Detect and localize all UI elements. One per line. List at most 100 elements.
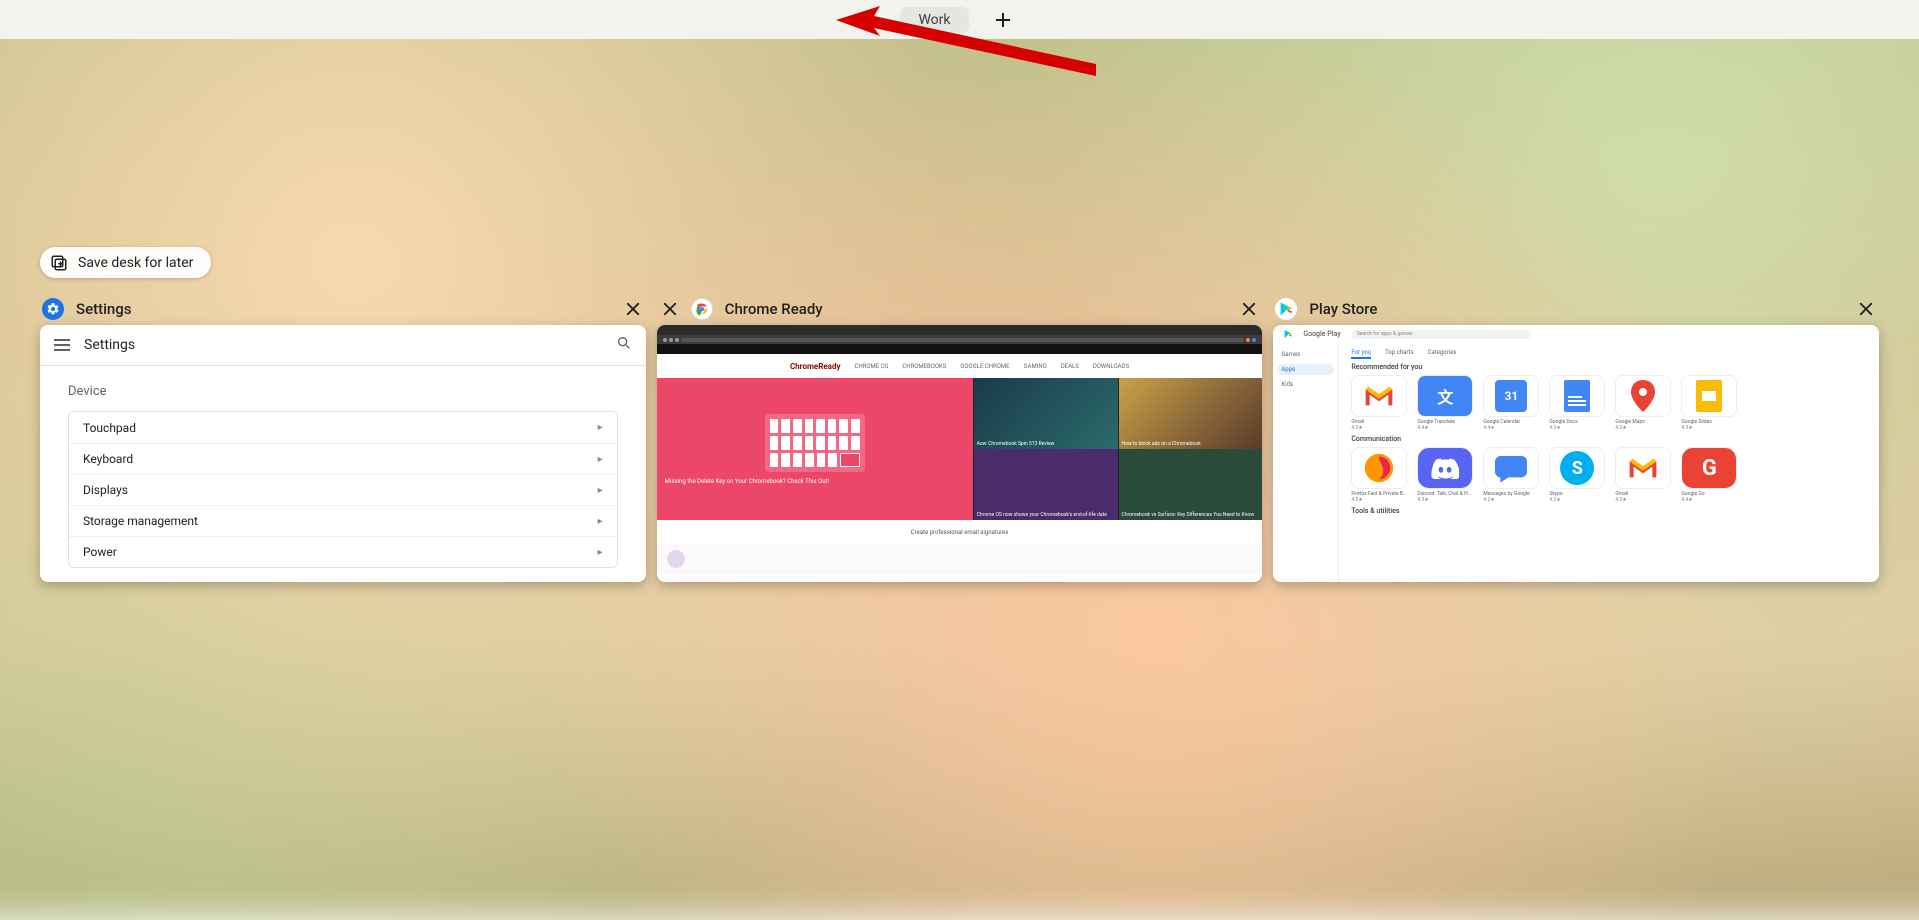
slides-icon — [1696, 380, 1722, 412]
nav-item: DOWNLOADS — [1093, 363, 1129, 370]
sidebar-item-kids[interactable]: Kids — [1277, 379, 1334, 390]
app-rating: 4.3★ — [1417, 497, 1428, 503]
settings-row-keyboard[interactable]: Keyboard▸ — [69, 443, 617, 474]
save-desk-button[interactable]: Save desk for later — [40, 247, 211, 278]
site-ad-banner: Create professional email signatures — [657, 520, 1263, 544]
app-tile-docs[interactable]: Google Docs4.3★ — [1549, 375, 1605, 431]
chevron-right-icon: ▸ — [598, 485, 603, 496]
window-card-settings: Settings Settings Device Touchpad▸ Keybo… — [40, 297, 646, 582]
close-icon — [1857, 300, 1875, 318]
hero-side-cards-2: How to block ads on a Chromebook Chromeb… — [1118, 378, 1263, 520]
keyboard-illustration — [765, 414, 865, 472]
hero-side-cards: Acer Chromebook Spin 513 Review Chrome O… — [973, 378, 1118, 520]
settings-search-button[interactable] — [616, 335, 632, 355]
hamburger-menu-icon[interactable] — [54, 339, 70, 351]
app-tile-skype[interactable]: SSkype4.2★ — [1549, 447, 1605, 503]
side-card-label: Chrome OS now shows your Chromebook's en… — [977, 513, 1107, 519]
settings-content: Device Touchpad▸ Keyboard▸ Displays▸ Sto… — [40, 366, 646, 582]
chevron-right-icon: ▸ — [598, 547, 603, 558]
settings-row-touchpad[interactable]: Touchpad▸ — [69, 412, 617, 443]
skype-icon: S — [1560, 451, 1594, 485]
window-thumbnail-play-store[interactable]: Google Play Search for apps & games Game… — [1273, 325, 1879, 582]
side-card-label: Acer Chromebook Spin 513 Review — [977, 442, 1055, 448]
search-icon — [616, 335, 632, 351]
tab-top-charts[interactable]: Top charts — [1385, 349, 1414, 359]
save-desk-label: Save desk for later — [78, 255, 193, 271]
search-placeholder: Search for apps & games — [1357, 331, 1413, 337]
side-card-label: Chromebook vs Surface: Key Differences Y… — [1122, 513, 1254, 519]
play-store-sidebar: Games Apps Kids — [1273, 343, 1339, 582]
app-tile-gmail-2[interactable]: Gmail4.3★ — [1615, 447, 1671, 503]
app-tile-firefox[interactable]: Firefox Fast & Private Browser4.5★ — [1351, 447, 1407, 503]
app-rating: 4.3★ — [1549, 425, 1560, 431]
window-card-play-store: Play Store Google Play Search for apps &… — [1273, 297, 1879, 582]
gear-icon — [46, 302, 60, 316]
nav-item: CHROMEBOOKS — [902, 363, 946, 370]
window-thumbnail-chrome-ready[interactable]: ChromeReady CHROME OS CHROMEBOOKS GOOGLE… — [657, 325, 1263, 582]
app-rating: 4.4★ — [1681, 497, 1692, 503]
app-row-recommended: Gmail4.3★ 文Google Translate4.4★ 31Google… — [1351, 375, 1867, 431]
section-recommended: Recommended for you — [1351, 363, 1867, 371]
window-thumbnail-settings[interactable]: Settings Device Touchpad▸ Keyboard▸ Disp… — [40, 325, 646, 582]
settings-section-device: Device — [68, 384, 618, 399]
site-top-banner — [657, 344, 1263, 354]
window-title-chrome-ready: Chrome Ready — [725, 300, 1227, 318]
app-tile-maps[interactable]: Google Maps4.2★ — [1615, 375, 1671, 431]
app-rating: 4.2★ — [1483, 497, 1494, 503]
chrome-app-icon — [691, 298, 713, 320]
sidebar-item-games[interactable]: Games — [1277, 349, 1334, 360]
app-tile-slides[interactable]: Google Slides4.3★ — [1681, 375, 1737, 431]
window-header-chrome-ready: Chrome Ready — [657, 297, 1263, 325]
desk-bar: Work — [0, 0, 1919, 39]
settings-row-label: Power — [83, 545, 117, 559]
play-store-tabs: For you Top charts Categories — [1351, 349, 1867, 359]
section-tools: Tools & utilities — [1351, 507, 1867, 515]
app-tile-discord[interactable]: Discord: Talk, Chat & Hang Out4.3★ — [1417, 447, 1473, 503]
gmail-icon — [1362, 384, 1396, 408]
settings-page-title: Settings — [84, 337, 602, 353]
sidebar-item-apps[interactable]: Apps — [1277, 364, 1334, 375]
ad-text: Create professional email signatures — [911, 529, 1009, 536]
settings-row-label: Keyboard — [83, 452, 133, 466]
nav-item: CHROME OS — [855, 363, 889, 370]
app-rating: 4.4★ — [1483, 425, 1494, 431]
close-button-chrome-ready[interactable] — [1238, 298, 1260, 320]
close-icon — [661, 300, 679, 318]
tab-for-you[interactable]: For you — [1351, 349, 1371, 359]
address-bar — [681, 338, 1245, 342]
chrome-icon — [694, 301, 710, 317]
app-rating: 4.3★ — [1351, 425, 1362, 431]
app-row-communication: Firefox Fast & Private Browser4.5★ Disco… — [1351, 447, 1867, 503]
close-button-settings[interactable] — [622, 298, 644, 320]
shelf-preview — [657, 544, 1263, 574]
app-tile-gmail[interactable]: Gmail4.3★ — [1351, 375, 1407, 431]
avatar — [667, 550, 685, 568]
tab-categories[interactable]: Categories — [1428, 349, 1457, 359]
window-title-play-store: Play Store — [1309, 300, 1843, 318]
app-tile-google-go[interactable]: GGoogle Go4.4★ — [1681, 447, 1737, 503]
app-tile-messages[interactable]: Messages by Google4.2★ — [1483, 447, 1539, 503]
app-rating: 4.4★ — [1417, 425, 1428, 431]
desk-chip-work[interactable]: Work — [900, 7, 968, 33]
app-rating: 4.5★ — [1351, 497, 1362, 503]
settings-row-power[interactable]: Power ▸ — [69, 536, 617, 567]
play-store-search[interactable]: Search for apps & games — [1351, 330, 1531, 339]
close-button-play-store[interactable] — [1855, 298, 1877, 320]
save-desk-icon — [50, 254, 68, 272]
firefox-icon — [1362, 451, 1396, 485]
discord-icon — [1431, 457, 1459, 479]
close-icon — [624, 300, 642, 318]
play-store-logo-icon — [1283, 329, 1293, 339]
app-tile-translate[interactable]: 文Google Translate4.4★ — [1417, 375, 1473, 431]
site-nav: ChromeReady CHROME OS CHROMEBOOKS GOOGLE… — [657, 354, 1263, 378]
settings-row-displays[interactable]: Displays▸ — [69, 474, 617, 505]
play-store-icon — [1278, 301, 1294, 317]
app-tile-calendar[interactable]: 31Google Calendar4.4★ — [1483, 375, 1539, 431]
play-store-brand: Google Play — [1303, 330, 1340, 338]
window-header-settings: Settings — [40, 297, 646, 325]
settings-row-storage[interactable]: Storage management▸ — [69, 505, 617, 536]
nav-item: DEALS — [1061, 363, 1079, 370]
settings-row-label: Touchpad — [83, 421, 136, 435]
new-desk-button[interactable] — [987, 4, 1019, 36]
close-button-settings-trailing[interactable] — [659, 298, 681, 320]
